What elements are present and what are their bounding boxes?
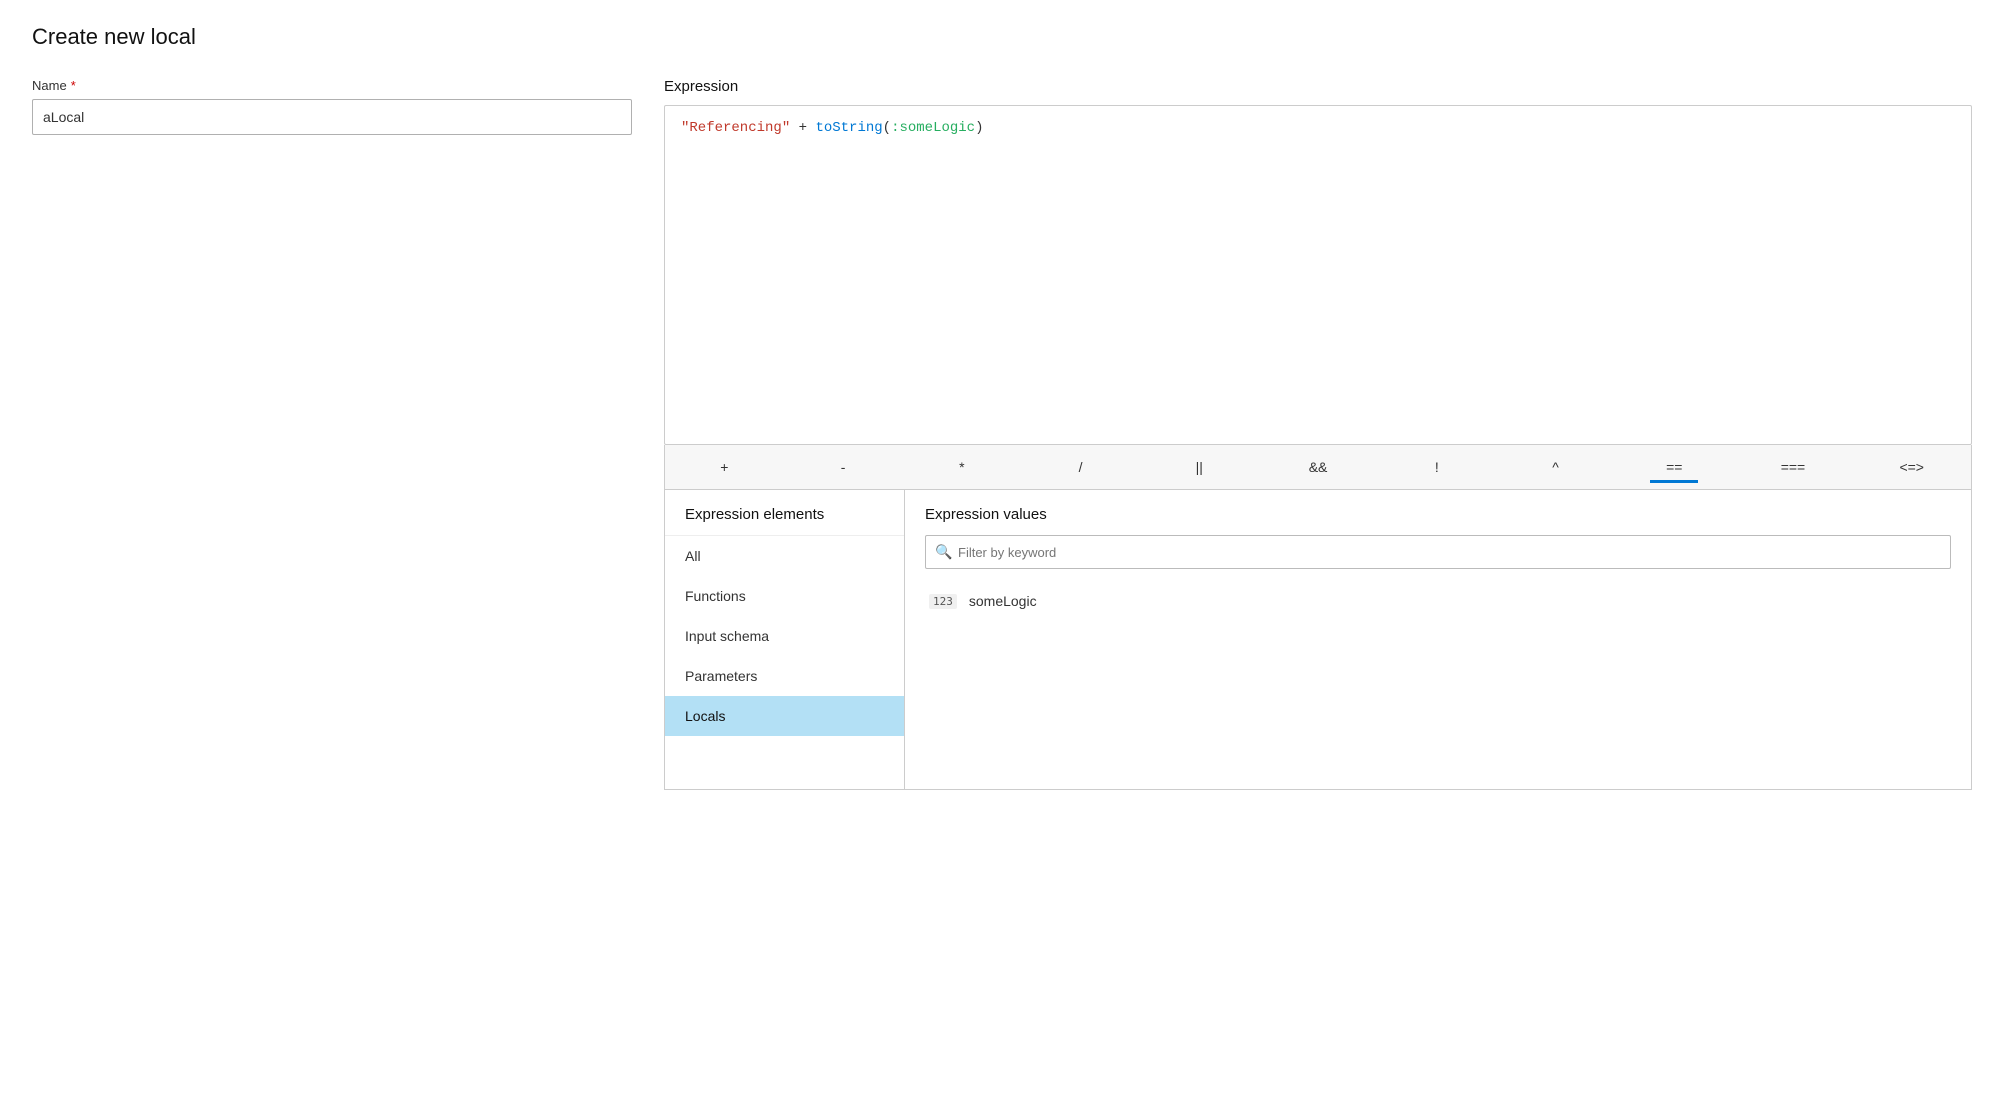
right-panel: Expression "Referencing" + toString(:som… bbox=[664, 78, 1972, 790]
expr-paren-open: ( bbox=[883, 120, 891, 136]
element-locals[interactable]: Locals bbox=[665, 696, 904, 736]
expr-paren-close: ) bbox=[975, 120, 983, 136]
value-label: someLogic bbox=[969, 593, 1037, 609]
expr-operator: + bbox=[790, 120, 815, 136]
op-not[interactable]: ! bbox=[1377, 453, 1496, 481]
required-marker: * bbox=[71, 78, 76, 93]
name-input[interactable] bbox=[32, 99, 632, 135]
main-layout: Name * Expression "Referencing" + toStri… bbox=[32, 78, 1972, 790]
op-strict-eq[interactable]: === bbox=[1734, 453, 1853, 481]
bottom-section: Expression elements All Functions Input … bbox=[664, 490, 1972, 790]
elements-title: Expression elements bbox=[665, 490, 904, 536]
expr-function: toString bbox=[815, 120, 882, 136]
filter-input[interactable] bbox=[925, 535, 1951, 569]
op-eq[interactable]: == bbox=[1615, 453, 1734, 481]
expr-string: "Referencing" bbox=[681, 120, 790, 136]
op-multiply[interactable]: * bbox=[902, 453, 1021, 481]
values-title: Expression values bbox=[925, 506, 1951, 523]
expr-reference: :someLogic bbox=[891, 120, 975, 136]
left-panel: Name * bbox=[32, 78, 632, 135]
op-caret[interactable]: ^ bbox=[1496, 453, 1615, 481]
op-plus[interactable]: + bbox=[665, 453, 784, 481]
op-or[interactable]: || bbox=[1140, 453, 1259, 481]
op-spaceship[interactable]: <=> bbox=[1852, 453, 1971, 481]
page-title: Create new local bbox=[32, 24, 1972, 50]
name-field-label: Name * bbox=[32, 78, 632, 93]
element-parameters[interactable]: Parameters bbox=[665, 656, 904, 696]
name-label-text: Name bbox=[32, 78, 67, 93]
expression-label: Expression bbox=[664, 78, 1972, 95]
op-and[interactable]: && bbox=[1259, 453, 1378, 481]
expression-values: Expression values 🔍 123 someLogic bbox=[905, 490, 1971, 789]
filter-input-wrap: 🔍 bbox=[925, 535, 1951, 569]
op-minus[interactable]: - bbox=[784, 453, 903, 481]
expression-editor[interactable]: "Referencing" + toString(:someLogic) bbox=[664, 105, 1972, 445]
operator-bar: + - * / || && ! ^ == === <=> bbox=[664, 445, 1972, 490]
search-icon: 🔍 bbox=[935, 544, 952, 561]
value-item-somelogic[interactable]: 123 someLogic bbox=[925, 585, 1951, 617]
expression-elements: Expression elements All Functions Input … bbox=[665, 490, 905, 789]
element-functions[interactable]: Functions bbox=[665, 576, 904, 616]
op-divide[interactable]: / bbox=[1021, 453, 1140, 481]
element-all[interactable]: All bbox=[665, 536, 904, 576]
element-input-schema[interactable]: Input schema bbox=[665, 616, 904, 656]
value-type-badge: 123 bbox=[929, 594, 957, 609]
